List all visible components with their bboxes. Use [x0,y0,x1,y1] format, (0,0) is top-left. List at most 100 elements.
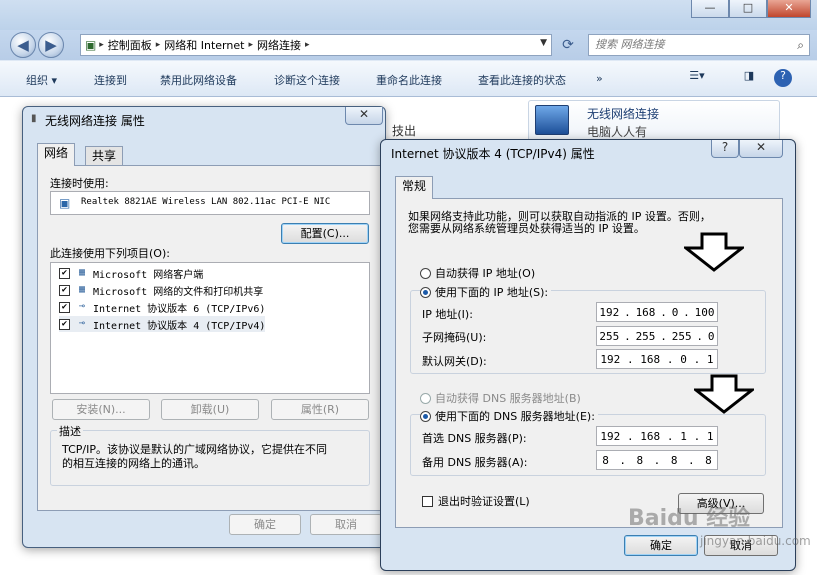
ip-octet: 192 [599,305,620,319]
radio-label: 使用下面的 DNS 服务器地址(E): [435,410,595,423]
chevron-right-icon: ▸ [304,40,310,50]
dialog-title: Internet 协议版本 4 (TCP/IPv4) 属性 [391,147,595,161]
breadcrumb-network-internet[interactable]: 网络和 Internet [164,37,244,53]
network-client-icon: ▦ [78,267,86,278]
manual-ip-radio[interactable]: 使用下面的 IP 地址(S): [420,284,552,300]
wireless-adapter-tile[interactable]: 无线网络连接 电脑人人有 [528,100,780,142]
ok-button-disabled[interactable]: 确定 [229,514,301,535]
description-line-2: 的相互连接的网络上的通讯。 [62,457,205,470]
preferred-dns-field[interactable]: 192. 168. 1. 1 [596,426,718,446]
preferred-dns-label: 首选 DNS 服务器(P): [422,432,527,445]
alternate-dns-field[interactable]: 8. 8. 8. 8 [596,450,718,470]
watermark-url: jingyan.baidu.com [700,534,811,548]
ip-octet: 0 [707,329,715,343]
components-list[interactable]: ✔ ▦ Microsoft 网络客户端 ✔ ▦ Microsoft 网络的文件和… [50,262,370,394]
checkbox-unchecked [422,495,433,507]
preview-pane-icon[interactable]: ◨ [738,69,760,87]
ip-address-field[interactable]: 192. 168. 0. 100 [596,302,718,322]
list-item-label: Microsoft 网络客户端 [93,269,204,281]
adapter-icon: ▣ [59,196,71,210]
configure-button[interactable]: 配置(C)... [281,223,369,244]
address-row: ◀ ▶ ▣ ▸ 控制面板 ▸ 网络和 Internet ▸ 网络连接 ▸ ▼ ⟳… [0,30,817,60]
close-button[interactable]: ✕ [739,140,783,158]
breadcrumb-control-panel[interactable]: 控制面板 [108,37,152,53]
ip-octet: 8 [636,453,644,467]
help-icon[interactable]: ? [774,69,792,87]
more-commands-button[interactable]: » [596,72,603,85]
properties-button[interactable]: 属性(R) [271,399,369,420]
tab-network[interactable]: 网络 [37,143,76,166]
search-icon[interactable]: ⌕ [797,35,804,55]
address-bar[interactable]: ▣ ▸ 控制面板 ▸ 网络和 Internet ▸ 网络连接 ▸ ▼ [80,34,552,56]
breadcrumb-network-connections[interactable]: 网络连接 [257,37,301,53]
description-title: 描述 [57,423,83,439]
gateway-label: 默认网关(D): [422,355,487,368]
list-item-selected[interactable]: ✔ ⊸ Internet 协议版本 4 (TCP/IPv4) [59,316,266,332]
install-button[interactable]: 安装(N)... [52,399,150,420]
cancel-button-disabled[interactable]: 取消 [310,514,382,535]
adapter-name: 无线网络连接 [587,107,660,121]
protocol-icon: ⊸ [78,318,86,329]
checkbox-label: 退出时验证设置(L) [438,495,530,508]
rename-button[interactable]: 重命名此连接 [376,72,442,88]
diagnose-button[interactable]: 诊断这个连接 [274,72,340,88]
chevron-right-icon: ▸ [248,40,253,50]
connect-to-button[interactable]: 连接到 [94,72,127,88]
checkbox-checked[interactable]: ✔ [59,301,70,313]
ip-octet: 168 [640,352,661,366]
subnet-mask-field[interactable]: 255. 255. 255. 0 [596,326,718,346]
close-button[interactable]: ✕ [345,107,383,125]
checkbox-checked[interactable]: ✔ [59,267,70,279]
validate-on-exit-checkbox[interactable]: 退出时验证设置(L) [422,493,530,509]
disable-device-button[interactable]: 禁用此网络设备 [160,72,237,88]
manual-dns-radio[interactable]: 使用下面的 DNS 服务器地址(E): [420,408,598,424]
forward-button[interactable]: ▶ [38,32,64,58]
checkbox-checked[interactable]: ✔ [59,284,70,296]
down-arrow-annotation-icon [694,374,754,414]
close-button[interactable]: ✕ [767,0,811,18]
command-bar: 组织 ▾ 连接到 禁用此网络设备 诊断这个连接 重命名此连接 查看此连接的状态 … [0,61,817,97]
chevron-right-icon: ▸ [155,40,161,50]
view-status-button[interactable]: 查看此连接的状态 [478,72,566,88]
ip-octet: 1 [706,429,714,443]
refresh-button[interactable]: ⟳ [556,34,580,56]
search-input[interactable]: 搜索 网络连接 ⌕ [588,34,810,56]
minimize-button[interactable]: — [691,0,729,18]
window-controls: — □ ✕ [691,0,811,18]
organize-menu[interactable]: 组织 ▾ [26,72,57,88]
list-item[interactable]: ✔ ▦ Microsoft 网络客户端 [59,265,203,281]
back-button[interactable]: ◀ [10,32,36,58]
ip-octet: 1 [680,429,687,443]
items-label: 此连接使用下列项目(O): [50,247,170,260]
ip-octet: 255 [671,329,692,343]
checkbox-checked[interactable]: ✔ [59,318,70,330]
explorer-titlebar: — □ ✕ [0,0,817,30]
auto-ip-radio[interactable]: 自动获得 IP 地址(O) [420,265,535,281]
uninstall-button[interactable]: 卸载(U) [161,399,259,420]
ip-octet: 8 [705,453,712,467]
maximize-button[interactable]: □ [729,0,767,18]
tab-general[interactable]: 常规 [395,176,434,199]
list-item[interactable]: ✔ ▦ Microsoft 网络的文件和打印机共享 [59,282,263,298]
ip-octet: 255 [599,329,620,343]
tab-sharing[interactable]: 共享 [85,146,124,166]
radio-off [420,392,431,404]
back-arrow-icon: ◀ [17,36,29,54]
view-options-icon[interactable]: ☰▾ [686,69,708,87]
help-button[interactable]: ? [711,140,739,158]
auto-dns-radio[interactable]: 自动获得 DNS 服务器地址(B) [420,390,581,406]
list-item-label: Internet 协议版本 6 (TCP/IPv6) [93,303,266,315]
list-item-label: Microsoft 网络的文件和打印机共享 [93,286,264,298]
radio-label: 使用下面的 IP 地址(S): [435,286,549,299]
adapter-name-text: Realtek 8821AE Wireless LAN 802.11ac PCI… [81,197,331,207]
background-text: 技出 [392,124,417,138]
gateway-field[interactable]: 192. 168. 0. 1 [596,349,718,369]
monitor-icon [535,105,569,135]
ip-address-label: IP 地址(I): [422,308,473,321]
network-icon: ▮ [31,113,37,124]
refresh-icon: ⟳ [562,37,574,53]
ok-button[interactable]: 确定 [624,535,698,556]
adapter-field: ▣ Realtek 8821AE Wireless LAN 802.11ac P… [50,191,370,215]
list-item[interactable]: ✔ ⊸ Internet 协议版本 6 (TCP/IPv6) [59,299,265,315]
chevron-down-icon[interactable]: ▼ [540,38,547,48]
